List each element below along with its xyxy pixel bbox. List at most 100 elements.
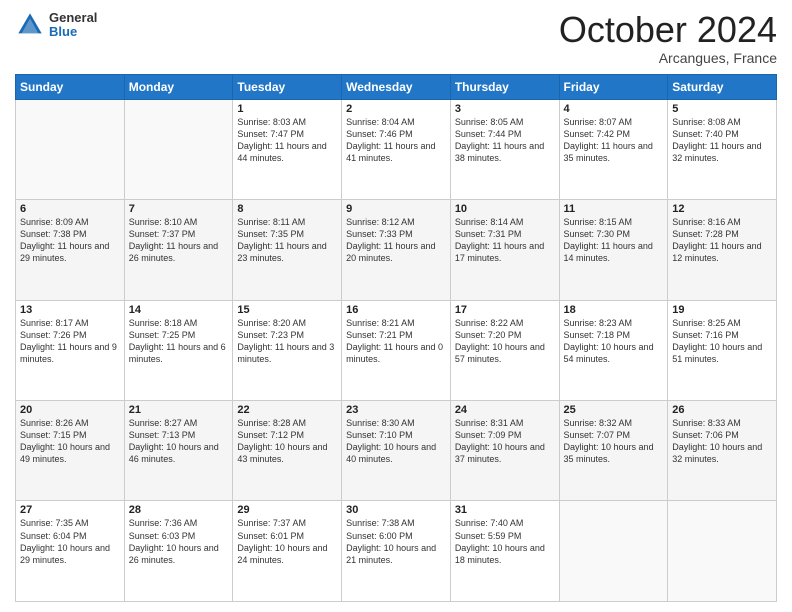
day-info: Sunrise: 8:32 AMSunset: 7:07 PMDaylight:… — [564, 417, 664, 466]
calendar-cell: 5Sunrise: 8:08 AMSunset: 7:40 PMDaylight… — [668, 99, 777, 199]
calendar-cell: 25Sunrise: 8:32 AMSunset: 7:07 PMDayligh… — [559, 401, 668, 501]
day-number: 5 — [672, 103, 772, 115]
calendar-week-1: 1Sunrise: 8:03 AMSunset: 7:47 PMDaylight… — [16, 99, 777, 199]
day-number: 22 — [237, 404, 337, 416]
calendar-cell — [668, 501, 777, 602]
day-info: Sunrise: 8:11 AMSunset: 7:35 PMDaylight:… — [237, 216, 337, 265]
day-info: Sunrise: 8:09 AMSunset: 7:38 PMDaylight:… — [20, 216, 120, 265]
day-info: Sunrise: 8:30 AMSunset: 7:10 PMDaylight:… — [346, 417, 446, 466]
day-number: 4 — [564, 103, 664, 115]
calendar-header-tuesday: Tuesday — [233, 74, 342, 99]
calendar-cell: 4Sunrise: 8:07 AMSunset: 7:42 PMDaylight… — [559, 99, 668, 199]
day-number: 29 — [237, 504, 337, 516]
day-info: Sunrise: 8:27 AMSunset: 7:13 PMDaylight:… — [129, 417, 229, 466]
day-number: 15 — [237, 304, 337, 316]
day-info: Sunrise: 7:37 AMSunset: 6:01 PMDaylight:… — [237, 517, 337, 566]
calendar-cell: 20Sunrise: 8:26 AMSunset: 7:15 PMDayligh… — [16, 401, 125, 501]
day-info: Sunrise: 8:07 AMSunset: 7:42 PMDaylight:… — [564, 116, 664, 165]
day-number: 18 — [564, 304, 664, 316]
calendar-cell: 31Sunrise: 7:40 AMSunset: 5:59 PMDayligh… — [450, 501, 559, 602]
day-info: Sunrise: 8:08 AMSunset: 7:40 PMDaylight:… — [672, 116, 772, 165]
calendar-table: SundayMondayTuesdayWednesdayThursdayFrid… — [15, 74, 777, 602]
calendar-cell: 29Sunrise: 7:37 AMSunset: 6:01 PMDayligh… — [233, 501, 342, 602]
calendar-header-saturday: Saturday — [668, 74, 777, 99]
calendar-cell: 15Sunrise: 8:20 AMSunset: 7:23 PMDayligh… — [233, 300, 342, 400]
calendar-cell — [559, 501, 668, 602]
day-info: Sunrise: 8:04 AMSunset: 7:46 PMDaylight:… — [346, 116, 446, 165]
day-number: 10 — [455, 203, 555, 215]
day-number: 6 — [20, 203, 120, 215]
logo-general: General — [49, 11, 97, 25]
title-month: October 2024 — [559, 10, 777, 50]
day-number: 2 — [346, 103, 446, 115]
calendar-cell: 10Sunrise: 8:14 AMSunset: 7:31 PMDayligh… — [450, 200, 559, 300]
day-info: Sunrise: 8:23 AMSunset: 7:18 PMDaylight:… — [564, 317, 664, 366]
calendar-cell: 12Sunrise: 8:16 AMSunset: 7:28 PMDayligh… — [668, 200, 777, 300]
calendar-cell: 22Sunrise: 8:28 AMSunset: 7:12 PMDayligh… — [233, 401, 342, 501]
calendar-cell: 6Sunrise: 8:09 AMSunset: 7:38 PMDaylight… — [16, 200, 125, 300]
calendar-cell: 19Sunrise: 8:25 AMSunset: 7:16 PMDayligh… — [668, 300, 777, 400]
calendar-cell: 30Sunrise: 7:38 AMSunset: 6:00 PMDayligh… — [342, 501, 451, 602]
header: General Blue October 2024 Arcangues, Fra… — [15, 10, 777, 66]
calendar-header-wednesday: Wednesday — [342, 74, 451, 99]
day-info: Sunrise: 8:16 AMSunset: 7:28 PMDaylight:… — [672, 216, 772, 265]
calendar-week-5: 27Sunrise: 7:35 AMSunset: 6:04 PMDayligh… — [16, 501, 777, 602]
calendar-cell: 17Sunrise: 8:22 AMSunset: 7:20 PMDayligh… — [450, 300, 559, 400]
day-info: Sunrise: 8:17 AMSunset: 7:26 PMDaylight:… — [20, 317, 120, 366]
day-info: Sunrise: 8:25 AMSunset: 7:16 PMDaylight:… — [672, 317, 772, 366]
day-number: 30 — [346, 504, 446, 516]
logo-icon — [15, 10, 45, 40]
day-number: 14 — [129, 304, 229, 316]
day-number: 17 — [455, 304, 555, 316]
day-info: Sunrise: 8:15 AMSunset: 7:30 PMDaylight:… — [564, 216, 664, 265]
calendar-cell: 11Sunrise: 8:15 AMSunset: 7:30 PMDayligh… — [559, 200, 668, 300]
calendar-cell: 27Sunrise: 7:35 AMSunset: 6:04 PMDayligh… — [16, 501, 125, 602]
day-info: Sunrise: 8:05 AMSunset: 7:44 PMDaylight:… — [455, 116, 555, 165]
day-number: 16 — [346, 304, 446, 316]
page: General Blue October 2024 Arcangues, Fra… — [0, 0, 792, 612]
day-number: 9 — [346, 203, 446, 215]
day-number: 13 — [20, 304, 120, 316]
calendar-cell — [124, 99, 233, 199]
day-info: Sunrise: 8:14 AMSunset: 7:31 PMDaylight:… — [455, 216, 555, 265]
day-number: 12 — [672, 203, 772, 215]
day-info: Sunrise: 8:26 AMSunset: 7:15 PMDaylight:… — [20, 417, 120, 466]
day-info: Sunrise: 8:18 AMSunset: 7:25 PMDaylight:… — [129, 317, 229, 366]
day-number: 7 — [129, 203, 229, 215]
title-block: October 2024 Arcangues, France — [559, 10, 777, 66]
day-info: Sunrise: 7:40 AMSunset: 5:59 PMDaylight:… — [455, 517, 555, 566]
day-info: Sunrise: 8:21 AMSunset: 7:21 PMDaylight:… — [346, 317, 446, 366]
calendar-cell: 2Sunrise: 8:04 AMSunset: 7:46 PMDaylight… — [342, 99, 451, 199]
day-number: 20 — [20, 404, 120, 416]
logo: General Blue — [15, 10, 97, 40]
calendar-cell: 26Sunrise: 8:33 AMSunset: 7:06 PMDayligh… — [668, 401, 777, 501]
day-number: 11 — [564, 203, 664, 215]
calendar-cell: 7Sunrise: 8:10 AMSunset: 7:37 PMDaylight… — [124, 200, 233, 300]
day-info: Sunrise: 8:33 AMSunset: 7:06 PMDaylight:… — [672, 417, 772, 466]
logo-blue: Blue — [49, 25, 97, 39]
calendar-cell: 18Sunrise: 8:23 AMSunset: 7:18 PMDayligh… — [559, 300, 668, 400]
day-number: 23 — [346, 404, 446, 416]
calendar-cell: 23Sunrise: 8:30 AMSunset: 7:10 PMDayligh… — [342, 401, 451, 501]
calendar-cell: 3Sunrise: 8:05 AMSunset: 7:44 PMDaylight… — [450, 99, 559, 199]
calendar-cell: 24Sunrise: 8:31 AMSunset: 7:09 PMDayligh… — [450, 401, 559, 501]
calendar-header-friday: Friday — [559, 74, 668, 99]
day-number: 1 — [237, 103, 337, 115]
calendar-cell — [16, 99, 125, 199]
title-location: Arcangues, France — [559, 50, 777, 66]
day-number: 3 — [455, 103, 555, 115]
day-info: Sunrise: 8:22 AMSunset: 7:20 PMDaylight:… — [455, 317, 555, 366]
day-number: 25 — [564, 404, 664, 416]
calendar-cell: 13Sunrise: 8:17 AMSunset: 7:26 PMDayligh… — [16, 300, 125, 400]
calendar-cell: 21Sunrise: 8:27 AMSunset: 7:13 PMDayligh… — [124, 401, 233, 501]
calendar-cell: 8Sunrise: 8:11 AMSunset: 7:35 PMDaylight… — [233, 200, 342, 300]
calendar-week-2: 6Sunrise: 8:09 AMSunset: 7:38 PMDaylight… — [16, 200, 777, 300]
day-info: Sunrise: 8:03 AMSunset: 7:47 PMDaylight:… — [237, 116, 337, 165]
day-info: Sunrise: 7:36 AMSunset: 6:03 PMDaylight:… — [129, 517, 229, 566]
calendar-cell: 9Sunrise: 8:12 AMSunset: 7:33 PMDaylight… — [342, 200, 451, 300]
calendar-cell: 16Sunrise: 8:21 AMSunset: 7:21 PMDayligh… — [342, 300, 451, 400]
calendar-header-monday: Monday — [124, 74, 233, 99]
calendar-header-sunday: Sunday — [16, 74, 125, 99]
calendar-cell: 1Sunrise: 8:03 AMSunset: 7:47 PMDaylight… — [233, 99, 342, 199]
day-number: 19 — [672, 304, 772, 316]
